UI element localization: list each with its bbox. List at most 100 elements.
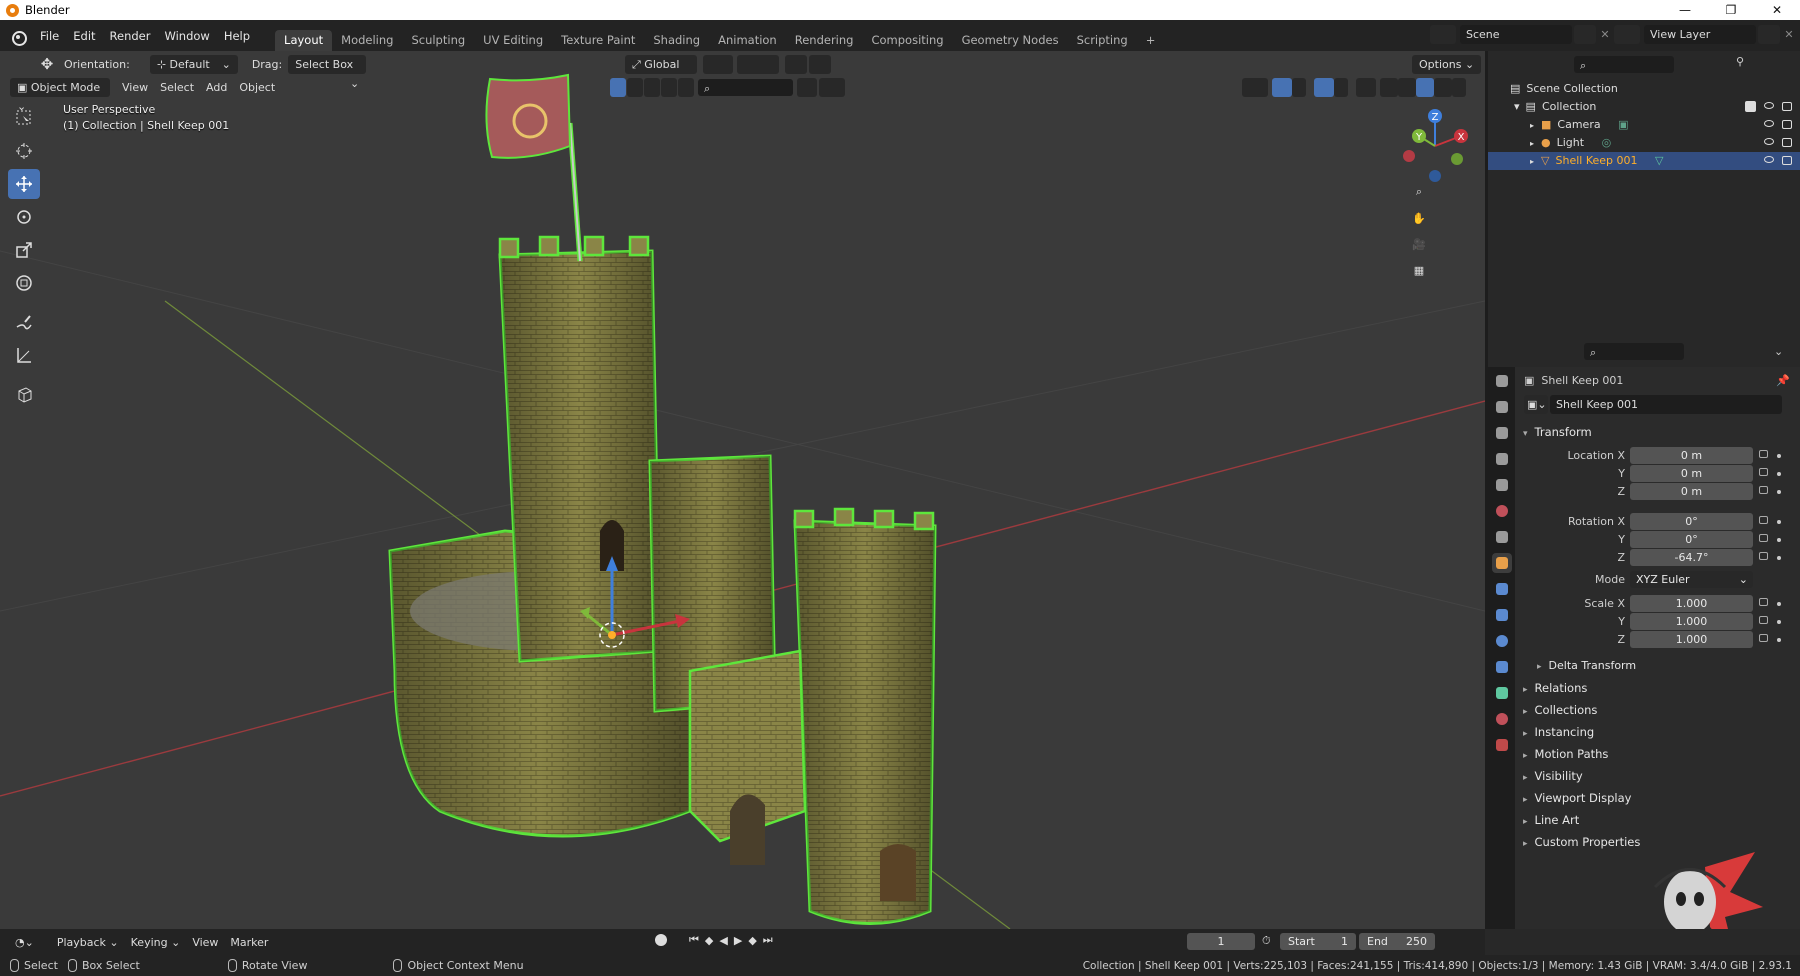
pan-hand-icon[interactable]: ✋ [1406,205,1432,231]
menu-edit[interactable]: Edit [66,26,102,46]
object-tab[interactable] [1492,553,1512,573]
gizmo-dropdown-icon[interactable] [1292,78,1306,97]
scene-tab[interactable] [1492,475,1512,495]
expand-arrow-icon[interactable]: ▾ [1514,100,1520,113]
scale-x-field[interactable]: 1.000 [1630,595,1753,612]
tab-texture-paint[interactable]: Texture Paint [552,30,644,51]
display-mode-icon[interactable] [1528,55,1558,74]
tab-rendering[interactable]: Rendering [786,30,863,51]
expand-arrow-icon[interactable]: ▸ [1530,121,1534,130]
solid-shading-icon[interactable] [1398,78,1416,97]
transform-orientation-dropdown[interactable]: ⤢ Global ⌄ [625,55,697,90]
outliner-search-input[interactable]: ⌕ [1574,56,1674,73]
scale-z-field[interactable]: 1.000 [1630,631,1753,648]
overlays-toggle-icon[interactable] [1314,78,1334,97]
keyframe-dot-icon[interactable] [1777,520,1781,524]
delta-transform-panel[interactable]: Delta Transform [1529,655,1800,677]
properties-options-icon[interactable]: ⌄ [1774,345,1783,358]
lock-icon[interactable] [1759,634,1768,642]
menu-view[interactable]: View [116,81,154,94]
keyframe-dot-icon[interactable] [1777,490,1781,494]
select-intersect-icon[interactable] [678,78,694,97]
jump-end-icon[interactable]: ⏭ [763,933,773,947]
object-name-field[interactable]: Shell Keep 001 [1550,394,1782,414]
rendered-shading-icon[interactable] [1434,78,1452,97]
material-tab[interactable] [1492,709,1512,729]
transform-tool[interactable] [8,268,40,298]
outliner-item-shell-keep[interactable]: ▸ ▽ Shell Keep 001 ▽ [1488,152,1800,170]
add-cube-tool[interactable] [8,379,40,409]
tab-scripting[interactable]: Scripting [1068,30,1137,51]
snap-icon[interactable] [737,55,779,74]
outliner-item-light[interactable]: ▸ ● Light ◎ [1488,134,1800,152]
remove-view-layer-icon[interactable]: ✕ [1780,28,1798,41]
cursor-tool[interactable] [8,136,40,166]
menu-file[interactable]: File [33,26,66,46]
transform-panel-header[interactable]: Transform [1515,421,1800,443]
outliner-editor-icon[interactable] [1494,55,1524,74]
tab-shading[interactable]: Shading [644,30,709,51]
select-invert-icon[interactable] [661,78,677,97]
render-camera-icon[interactable] [1782,120,1792,129]
ortho-grid-icon[interactable]: ▦ [1406,257,1432,283]
expand-arrow-icon[interactable]: ▸ [1530,157,1534,166]
lock-icon[interactable] [1759,450,1768,458]
camera-view-icon[interactable]: 🎥 [1406,231,1432,257]
new-scene-icon[interactable] [1574,25,1596,44]
gizmo-color-icon[interactable] [819,78,845,97]
render-camera-icon[interactable] [1782,102,1792,111]
options-dropdown[interactable]: Options ⌄ [1412,55,1482,74]
rotate-tool[interactable] [8,202,40,232]
mode-dropdown[interactable]: ▣ Object Mode ⌄ [10,78,110,113]
3d-viewport[interactable]: ✥ Orientation: ⊹ Default ⌄ Drag: Select … [0,51,1485,929]
select-subtract-icon[interactable] [644,78,660,97]
data-tab[interactable] [1492,683,1512,703]
viewport-scene[interactable] [0,51,1485,929]
editor-type-icon[interactable] [8,55,36,74]
scale-y-field[interactable]: 1.000 [1630,613,1753,630]
outliner-item-camera[interactable]: ▸ ■ Camera ▣ [1488,116,1800,134]
texture-tab[interactable] [1492,735,1512,755]
object-browse-icon[interactable]: ▣⌄ [1524,394,1548,414]
render-camera-icon[interactable] [1782,156,1792,165]
motion-paths-panel[interactable]: Motion Paths [1515,743,1800,765]
eye-icon[interactable] [1764,120,1774,127]
keyframe-dot-icon[interactable] [1777,472,1781,476]
orientation-dropdown[interactable]: ⊹ Default ⌄ [149,55,238,74]
keyframe-dot-icon[interactable] [1777,454,1781,458]
record-icon[interactable] [655,934,667,946]
keying-menu[interactable]: Keying ⌄ [125,936,187,949]
rotation-x-field[interactable]: 0° [1630,513,1753,530]
keyframe-dot-icon[interactable] [1777,620,1781,624]
timeline-editor-icon[interactable]: ◔⌄ [8,933,41,952]
lock-icon[interactable] [1759,486,1768,494]
output-tab[interactable] [1492,423,1512,443]
pivot-point-icon[interactable] [703,55,733,74]
blender-logo-icon[interactable] [9,28,27,46]
keyframe-dot-icon[interactable] [1777,638,1781,642]
constraints-tab[interactable] [1492,657,1512,677]
marker-menu[interactable]: Marker [224,936,274,949]
tab-animation[interactable]: Animation [709,30,786,51]
render-camera-icon[interactable] [1782,138,1792,147]
scene-icon[interactable] [1430,25,1456,44]
visibility-icon[interactable] [1242,78,1268,97]
jump-keyframe-back-icon[interactable]: ◆ [705,934,713,947]
stopwatch-icon[interactable]: ⏱ [1262,934,1271,948]
rotation-y-field[interactable]: 0° [1630,531,1753,548]
location-z-field[interactable]: 0 m [1630,483,1753,500]
scale-tool[interactable] [8,235,40,265]
play-reverse-icon[interactable]: ◀ [719,934,727,947]
tab-layout[interactable]: Layout [275,30,333,51]
keyframe-dot-icon[interactable] [1777,538,1781,542]
scene-name-field[interactable]: Scene [1460,25,1572,44]
wireframe-shading-icon[interactable] [1380,78,1398,97]
play-icon[interactable]: ▶ [734,934,742,947]
tab-uv-editing[interactable]: UV Editing [474,30,552,51]
lock-icon[interactable] [1759,552,1768,560]
move-tool[interactable] [8,169,40,199]
tab-sculpting[interactable]: Sculpting [402,30,474,51]
lock-icon[interactable] [1759,534,1768,542]
view-layer-field[interactable]: View Layer [1644,25,1756,44]
menu-help[interactable]: Help [217,26,257,46]
